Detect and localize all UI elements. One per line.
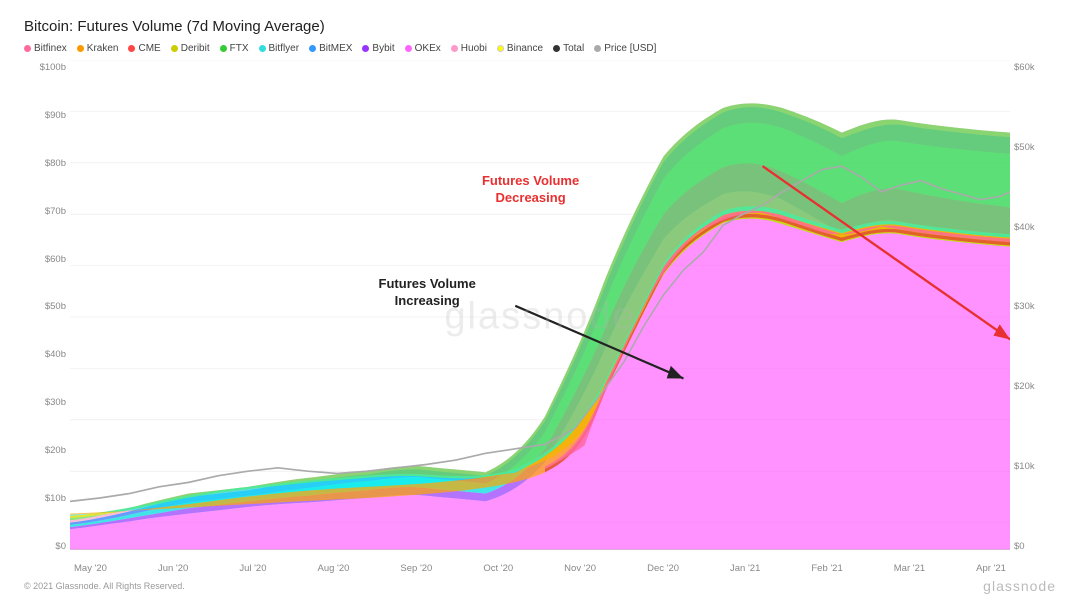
x-label-nov20: Nov '20 bbox=[564, 563, 596, 574]
y-left-80: $80b bbox=[24, 158, 70, 169]
footer: © 2021 Glassnode. All Rights Reserved. g… bbox=[24, 578, 1056, 594]
kraken-label: Kraken bbox=[87, 43, 119, 54]
legend-kraken: Kraken bbox=[77, 43, 119, 54]
x-label-aug20: Aug '20 bbox=[317, 563, 349, 574]
okex-dot bbox=[405, 45, 412, 52]
legend-bitfinex: Bitfinex bbox=[24, 43, 67, 54]
binance-dot bbox=[497, 45, 504, 52]
increasing-text: Futures VolumeIncreasing bbox=[379, 276, 476, 310]
bitfinex-label: Bitfinex bbox=[34, 43, 67, 54]
deribit-label: Deribit bbox=[181, 43, 210, 54]
y-left-10: $10b bbox=[24, 493, 70, 504]
bybit-label: Bybit bbox=[372, 43, 394, 54]
okex-label: OKEx bbox=[415, 43, 441, 54]
legend-cme: CME bbox=[128, 43, 160, 54]
bitmex-dot bbox=[309, 45, 316, 52]
legend-bybit: Bybit bbox=[362, 43, 394, 54]
price-dot bbox=[594, 45, 601, 52]
y-right-30k: $30k bbox=[1010, 301, 1056, 312]
legend-total: Total bbox=[553, 43, 584, 54]
x-label-jan21: Jan '21 bbox=[730, 563, 760, 574]
y-right-50k: $50k bbox=[1010, 142, 1056, 153]
y-left-90: $90b bbox=[24, 110, 70, 121]
x-label-dec20: Dec '20 bbox=[647, 563, 679, 574]
x-label-feb21: Feb '21 bbox=[811, 563, 842, 574]
footer-brand: glassnode bbox=[983, 578, 1056, 594]
x-label-jun20: Jun '20 bbox=[158, 563, 188, 574]
deribit-dot bbox=[171, 45, 178, 52]
y-right-20k: $20k bbox=[1010, 381, 1056, 392]
legend-okex: OKEx bbox=[405, 43, 441, 54]
legend-binance: Binance bbox=[497, 43, 543, 54]
y-left-50: $50b bbox=[24, 301, 70, 312]
legend-bitmex: BitMEX bbox=[309, 43, 352, 54]
y-left-60: $60b bbox=[24, 254, 70, 265]
y-left-40: $40b bbox=[24, 349, 70, 360]
bitfinex-dot bbox=[24, 45, 31, 52]
x-label-jul20: Jul '20 bbox=[239, 563, 266, 574]
total-dot bbox=[553, 45, 560, 52]
main-container: Bitcoin: Futures Volume (7d Moving Avera… bbox=[0, 0, 1080, 608]
binance-label: Binance bbox=[507, 43, 543, 54]
legend-huobi: Huobi bbox=[451, 43, 487, 54]
ftx-dot bbox=[220, 45, 227, 52]
increasing-annotation: Futures VolumeIncreasing bbox=[379, 276, 476, 310]
decreasing-annotation: Futures VolumeDecreasing bbox=[482, 173, 579, 207]
y-left-70: $70b bbox=[24, 206, 70, 217]
legend-ftx: FTX bbox=[220, 43, 249, 54]
y-axis-left: $100b $90b $80b $70b $60b $50b $40b $30b… bbox=[24, 60, 70, 574]
x-label-apr21: Apr '21 bbox=[976, 563, 1006, 574]
x-axis: May '20 Jun '20 Jul '20 Aug '20 Sep '20 … bbox=[70, 563, 1010, 574]
decreasing-text: Futures VolumeDecreasing bbox=[482, 173, 579, 207]
chart-svg bbox=[70, 60, 1010, 574]
bitflyer-dot bbox=[259, 45, 266, 52]
cme-label: CME bbox=[138, 43, 160, 54]
huobi-label: Huobi bbox=[461, 43, 487, 54]
y-right-10k: $10k bbox=[1010, 461, 1056, 472]
x-label-sep20: Sep '20 bbox=[400, 563, 432, 574]
bybit-dot bbox=[362, 45, 369, 52]
x-label-may20: May '20 bbox=[74, 563, 107, 574]
chart-title: Bitcoin: Futures Volume (7d Moving Avera… bbox=[24, 18, 1056, 35]
ftx-label: FTX bbox=[230, 43, 249, 54]
copyright-text: © 2021 Glassnode. All Rights Reserved. bbox=[24, 581, 185, 591]
chart-legend: Bitfinex Kraken CME Deribit FTX Bitflyer… bbox=[24, 43, 1056, 54]
cme-dot bbox=[128, 45, 135, 52]
x-label-oct20: Oct '20 bbox=[483, 563, 513, 574]
legend-price: Price [USD] bbox=[594, 43, 656, 54]
bitmex-label: BitMEX bbox=[319, 43, 352, 54]
y-right-0: $0 bbox=[1010, 541, 1056, 552]
y-left-0: $0 bbox=[24, 541, 70, 552]
y-right-40k: $40k bbox=[1010, 222, 1056, 233]
y-left-20: $20b bbox=[24, 445, 70, 456]
y-left-100: $100b bbox=[24, 62, 70, 73]
chart-svg-container: glassnode bbox=[70, 60, 1010, 574]
huobi-dot bbox=[451, 45, 458, 52]
bitflyer-label: Bitflyer bbox=[269, 43, 300, 54]
kraken-dot bbox=[77, 45, 84, 52]
chart-area: $100b $90b $80b $70b $60b $50b $40b $30b… bbox=[24, 60, 1056, 574]
y-right-60k: $60k bbox=[1010, 62, 1056, 73]
legend-bitflyer: Bitflyer bbox=[259, 43, 300, 54]
y-axis-right: $60k $50k $40k $30k $20k $10k $0 bbox=[1010, 60, 1056, 574]
y-left-30: $30b bbox=[24, 397, 70, 408]
legend-deribit: Deribit bbox=[171, 43, 210, 54]
x-label-mar21: Mar '21 bbox=[894, 563, 925, 574]
price-label: Price [USD] bbox=[604, 43, 656, 54]
total-label: Total bbox=[563, 43, 584, 54]
